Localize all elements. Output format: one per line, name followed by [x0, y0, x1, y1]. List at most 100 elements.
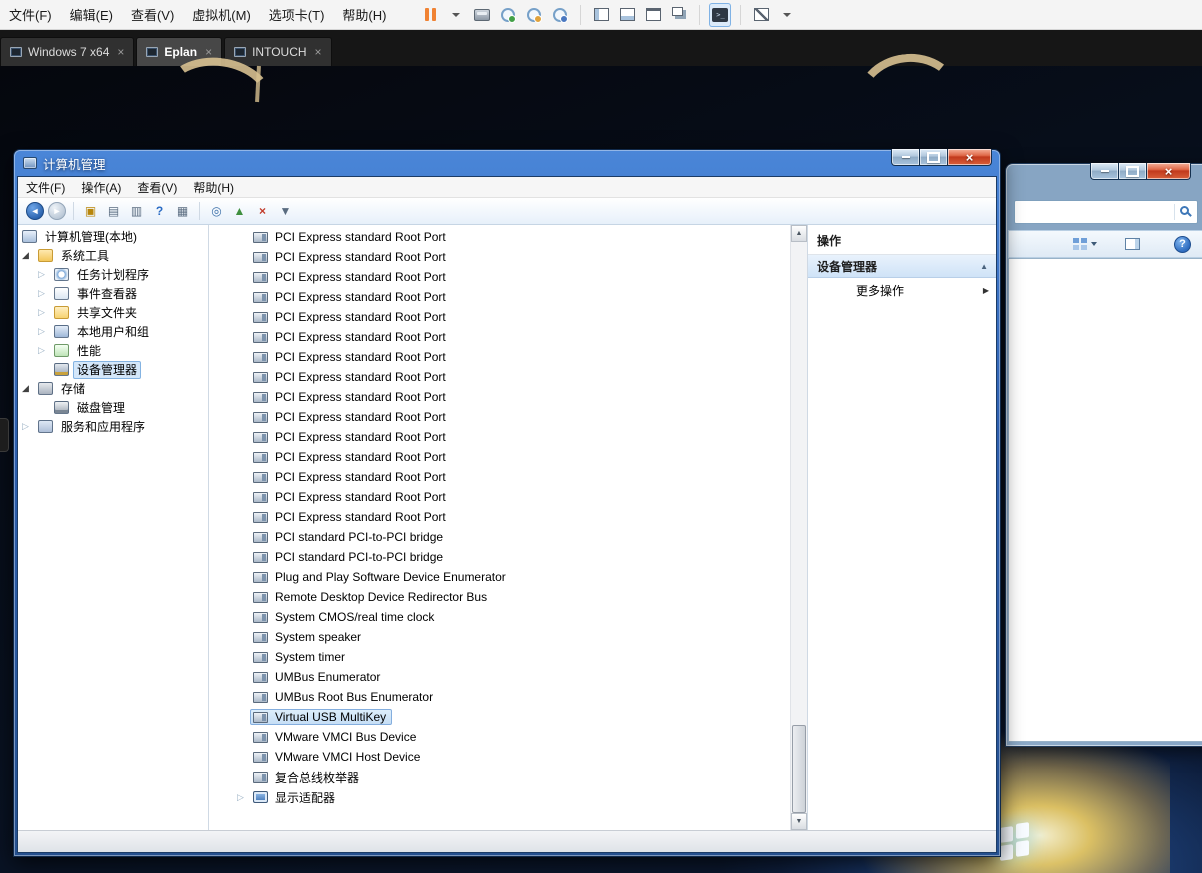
cm-menu-item-帮助-h-[interactable]: 帮助(H)	[185, 179, 242, 196]
tree-item-本地用户和组[interactable]: 本地用户和组	[18, 322, 208, 341]
search-input[interactable]	[1014, 200, 1198, 224]
change-view-icon[interactable]	[1073, 238, 1087, 250]
fullscreen-button[interactable]	[642, 3, 664, 27]
tree-item-系统工具[interactable]: 系统工具	[18, 246, 208, 265]
expand-icon[interactable]	[38, 270, 54, 279]
tab-close-icon[interactable]	[117, 46, 124, 58]
tab-close-icon[interactable]	[315, 46, 322, 58]
device-row[interactable]: PCI Express standard Root Port	[209, 287, 807, 307]
cm-menu-item-操作-a-[interactable]: 操作(A)	[73, 179, 129, 196]
show-thumbnail-bar-button[interactable]	[616, 3, 638, 27]
suspend-button[interactable]	[419, 3, 441, 27]
export-list-button[interactable]: ▤	[104, 202, 123, 221]
actions-section-header[interactable]: 设备管理器	[808, 255, 996, 278]
app-menu-item-选项卡-t-[interactable]: 选项卡(T)	[260, 0, 334, 30]
device-row[interactable]: PCI Express standard Root Port	[209, 427, 807, 447]
background-window[interactable]	[1006, 164, 1202, 746]
disable-device-button[interactable]: ▼	[276, 202, 295, 221]
expand-icon[interactable]	[237, 793, 253, 802]
device-row[interactable]: PCI Express standard Root Port	[209, 507, 807, 527]
suspend-menu-button[interactable]	[445, 3, 467, 27]
expand-icon[interactable]	[38, 308, 54, 317]
tab-close-icon[interactable]	[205, 46, 212, 58]
expand-icon[interactable]	[38, 346, 54, 355]
expand-icon[interactable]	[22, 422, 38, 431]
tree-item-存储[interactable]: 存储	[18, 379, 208, 398]
device-row[interactable]: PCI Express standard Root Port	[209, 407, 807, 427]
cm-menu-item-查看-v-[interactable]: 查看(V)	[129, 179, 185, 196]
more-actions-item[interactable]: 更多操作	[808, 278, 996, 303]
close-button[interactable]	[1146, 163, 1191, 180]
app-menu-item-文件-f-[interactable]: 文件(F)	[0, 0, 61, 30]
device-row[interactable]: PCI Express standard Root Port	[209, 347, 807, 367]
tree-item-事件查看器[interactable]: 事件查看器	[18, 284, 208, 303]
device-row[interactable]: PCI standard PCI-to-PCI bridge	[209, 527, 807, 547]
snapshot-manager-button[interactable]	[549, 3, 571, 27]
collapse-icon[interactable]	[22, 384, 38, 393]
update-driver-button[interactable]: ▲	[230, 202, 249, 221]
help-icon[interactable]	[1174, 236, 1191, 253]
device-category-row[interactable]: 显示适配器	[209, 787, 807, 807]
revert-snapshot-button[interactable]	[523, 3, 545, 27]
device-row[interactable]: System speaker	[209, 627, 807, 647]
device-row[interactable]: PCI Express standard Root Port	[209, 327, 807, 347]
device-row[interactable]: Virtual USB MultiKey	[209, 707, 807, 727]
device-row[interactable]: System timer	[209, 647, 807, 667]
minimize-button[interactable]	[1090, 163, 1119, 180]
show-library-button[interactable]	[590, 3, 612, 27]
device-row[interactable]: UMBus Enumerator	[209, 667, 807, 687]
app-menu-item-帮助-h-[interactable]: 帮助(H)	[333, 0, 395, 30]
scroll-up-button[interactable]	[791, 225, 807, 242]
maximize-button[interactable]	[1119, 163, 1146, 180]
search-icon[interactable]	[1180, 206, 1189, 215]
help-button[interactable]: ?	[150, 202, 169, 221]
take-snapshot-button[interactable]	[497, 3, 519, 27]
forward-button[interactable]: ►	[48, 202, 66, 220]
device-row[interactable]: PCI Express standard Root Port	[209, 447, 807, 467]
device-row[interactable]: VMware VMCI Bus Device	[209, 727, 807, 747]
device-row[interactable]: PCI Express standard Root Port	[209, 307, 807, 327]
tree-item-性能[interactable]: 性能	[18, 341, 208, 360]
device-row[interactable]: Remote Desktop Device Redirector Bus	[209, 587, 807, 607]
expand-icon[interactable]	[38, 289, 54, 298]
unity-button[interactable]	[668, 3, 690, 27]
title-bar[interactable]: 计算机管理	[14, 150, 1000, 176]
scroll-down-button[interactable]	[791, 813, 807, 830]
vertical-scrollbar[interactable]	[790, 225, 807, 830]
close-button[interactable]	[947, 149, 992, 166]
device-row[interactable]: PCI Express standard Root Port	[209, 467, 807, 487]
collapse-section-icon[interactable]	[980, 262, 988, 271]
minimize-button[interactable]	[891, 149, 920, 166]
show-console-tree-button[interactable]: ▣	[81, 202, 100, 221]
sidebar-toggle-handle[interactable]	[0, 418, 9, 452]
tree-item-共享文件夹[interactable]: 共享文件夹	[18, 303, 208, 322]
send-ctrl-alt-del-button[interactable]	[471, 3, 493, 27]
device-row[interactable]: PCI Express standard Root Port	[209, 267, 807, 287]
tree-item-服务和应用程序[interactable]: 服务和应用程序	[18, 417, 208, 436]
device-row[interactable]: PCI Express standard Root Port	[209, 247, 807, 267]
properties-button[interactable]: ▥	[127, 202, 146, 221]
device-row[interactable]: 复合总线枚举器	[209, 767, 807, 787]
uninstall-device-button[interactable]: ×	[253, 202, 272, 221]
device-row[interactable]: Plug and Play Software Device Enumerator	[209, 567, 807, 587]
vm-tab-windows-7-x64[interactable]: Windows 7 x64	[0, 37, 134, 66]
console-view-button[interactable]	[709, 3, 731, 27]
device-row[interactable]: PCI standard PCI-to-PCI bridge	[209, 547, 807, 567]
expand-icon[interactable]	[38, 327, 54, 336]
device-row[interactable]: PCI Express standard Root Port	[209, 227, 807, 247]
device-row[interactable]: PCI Express standard Root Port	[209, 387, 807, 407]
show-action-pane-button[interactable]: ▦	[173, 202, 192, 221]
device-row[interactable]: PCI Express standard Root Port	[209, 367, 807, 387]
chevron-down-icon[interactable]	[1091, 242, 1097, 246]
scrollbar-thumb[interactable]	[792, 725, 806, 813]
device-row[interactable]: VMware VMCI Host Device	[209, 747, 807, 767]
scan-hardware-button[interactable]: ◎	[207, 202, 226, 221]
tree-item-任务计划程序[interactable]: 任务计划程序	[18, 265, 208, 284]
fit-menu-button[interactable]	[776, 3, 798, 27]
back-button[interactable]: ◄	[26, 202, 44, 220]
app-menu-item-编辑-e-[interactable]: 编辑(E)	[61, 0, 122, 30]
device-row[interactable]: PCI Express standard Root Port	[209, 487, 807, 507]
app-menu-item-查看-v-[interactable]: 查看(V)	[122, 0, 183, 30]
tree-item-磁盘管理[interactable]: 磁盘管理	[18, 398, 208, 417]
cm-menu-item-文件-f-[interactable]: 文件(F)	[18, 179, 73, 196]
